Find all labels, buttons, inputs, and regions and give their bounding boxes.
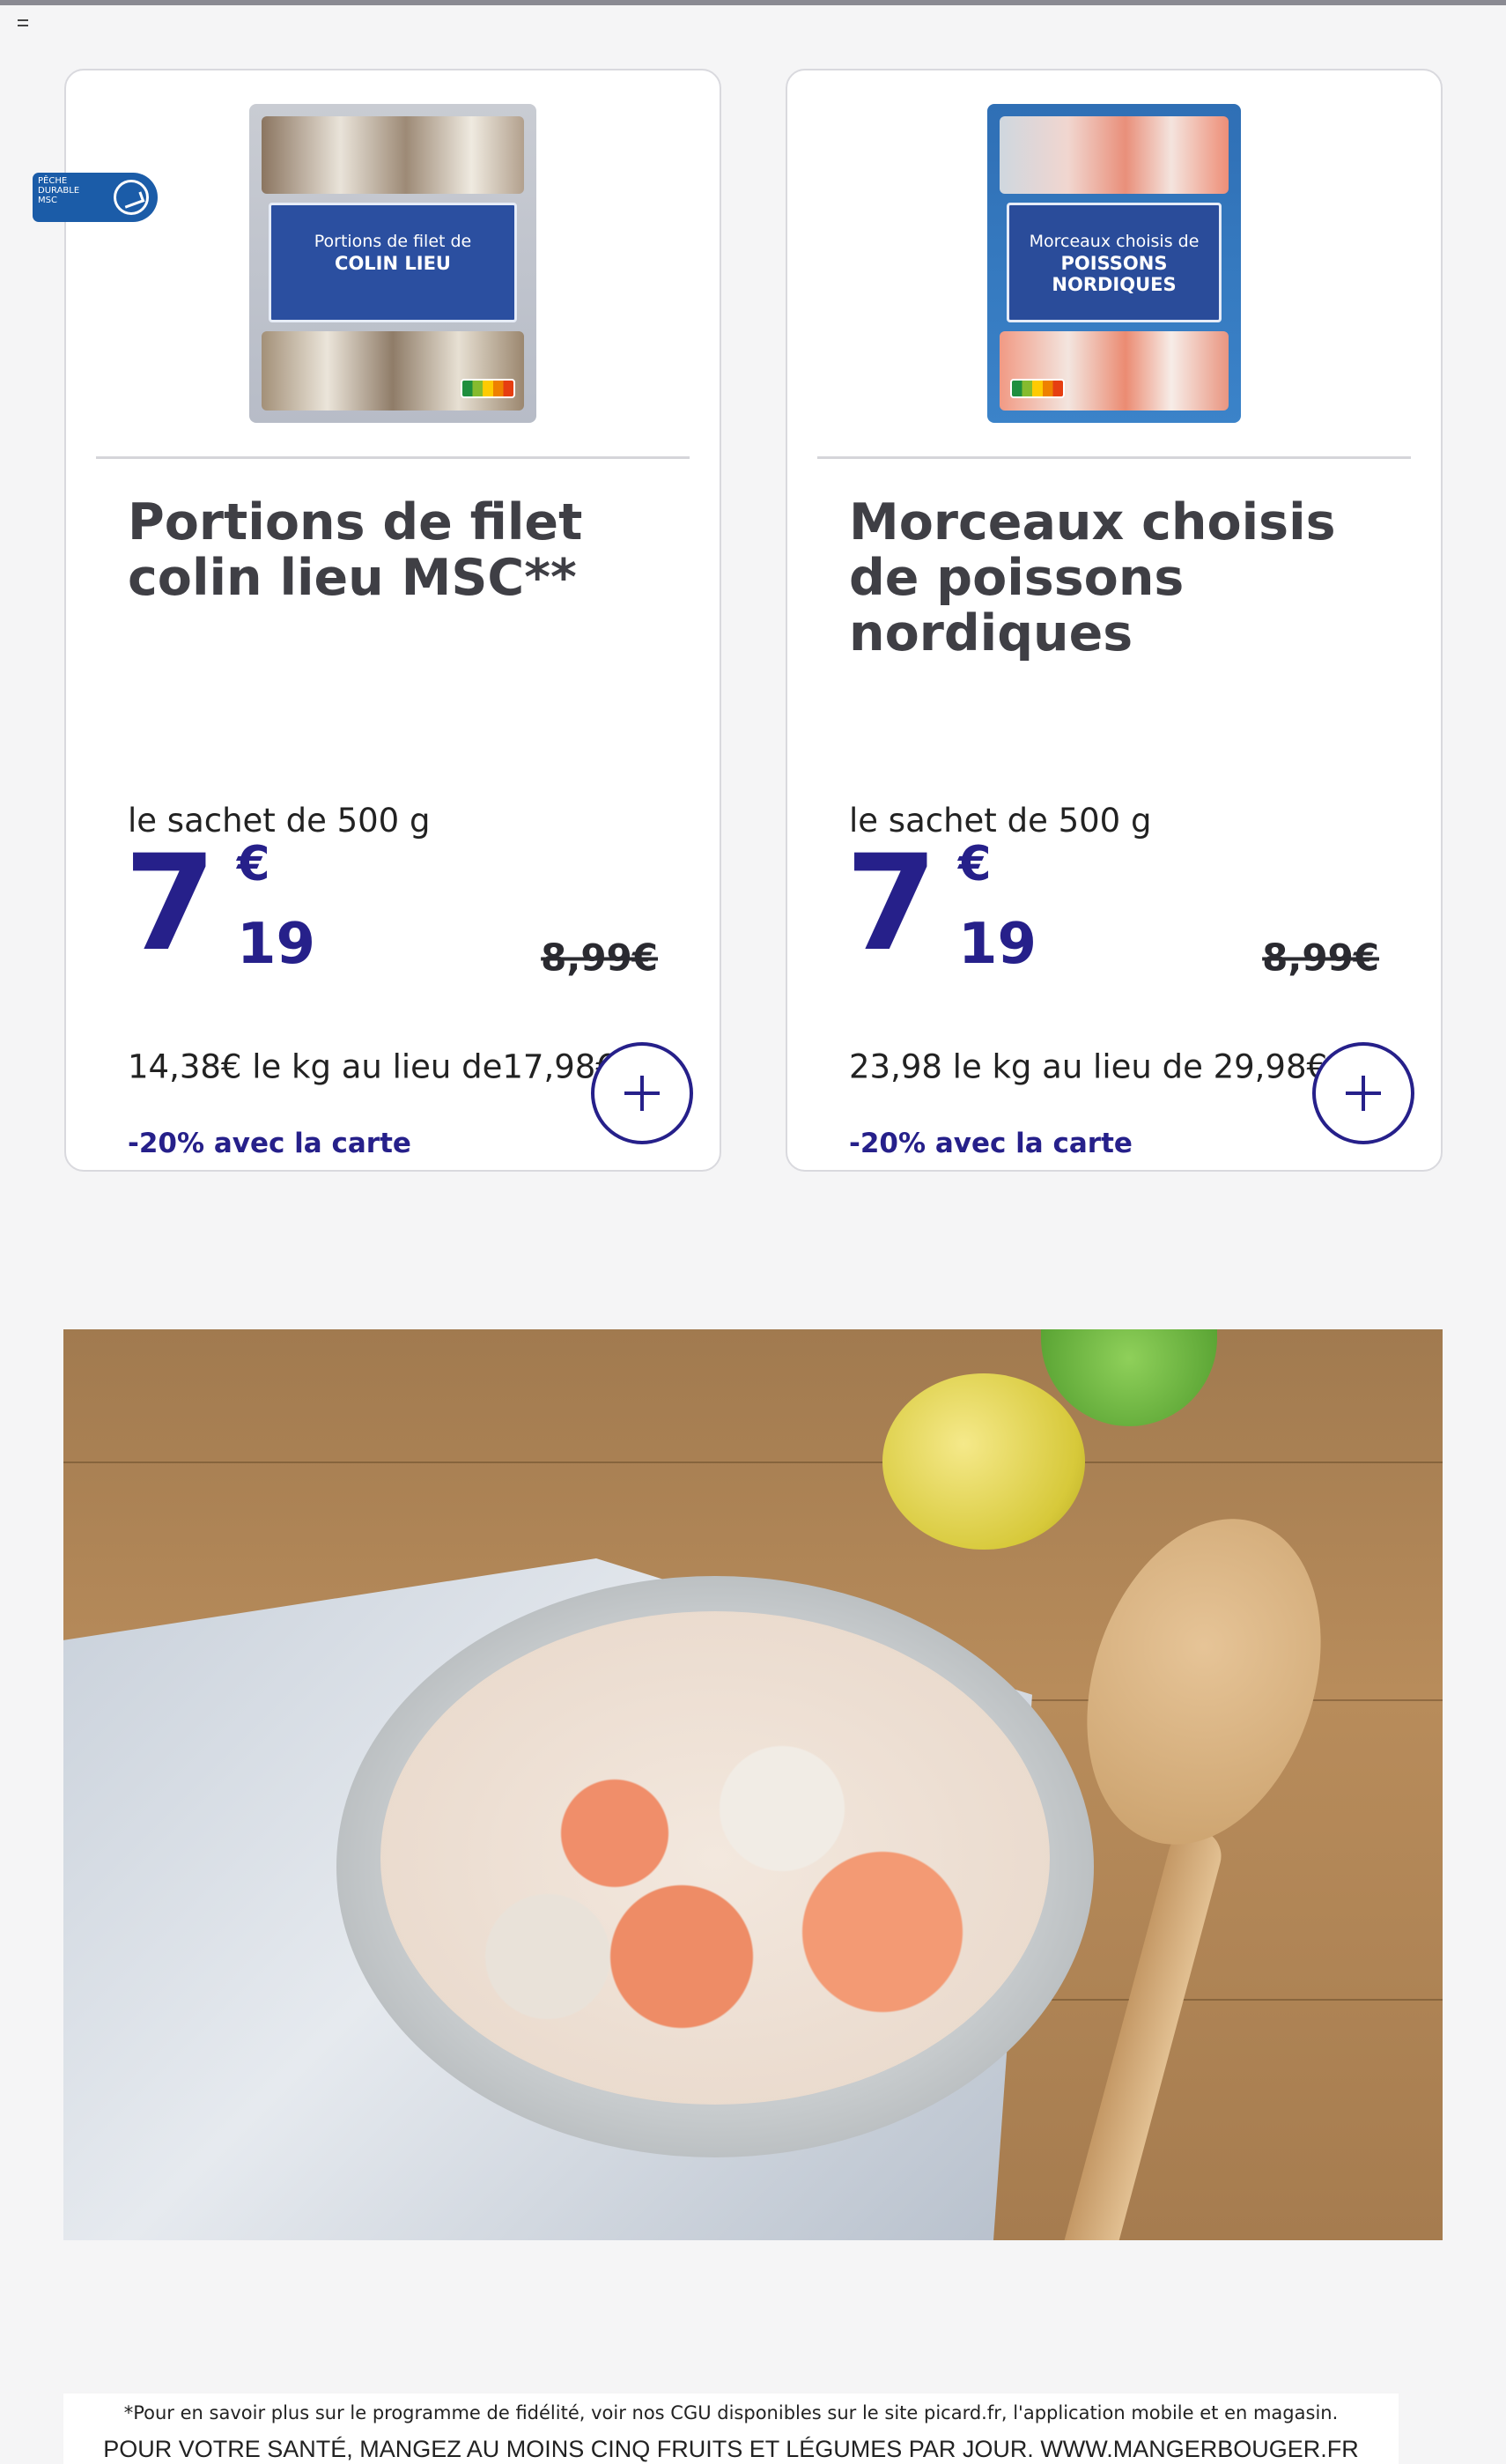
fish-pieces-image [1000,116,1229,194]
health-notice: POUR VOTRE SANTÉ, MANGEZ AU MOINS CINQ F… [103,2436,1359,2462]
discount-text: -20% avec la carte [128,1128,411,1159]
fish-pieces-image [1000,331,1229,411]
price-cents: 19 [958,912,1037,977]
price-integer: 7 [124,827,217,980]
old-price: 8,99€ [1262,936,1379,980]
wooden-spoon-image [1047,1488,1361,1876]
add-to-cart-button[interactable] [591,1042,693,1144]
price-currency: € [237,835,270,892]
package-label: Portions de filet de COLIN LIEU [269,203,517,322]
discount-text: -20% avec la carte [849,1128,1133,1159]
product-image-colin-lieu: Portions de filet de COLIN LIEU [249,104,536,423]
top-bar [0,0,1506,5]
msc-badge-text: PÊCHE DURABLE MSC [38,176,80,205]
product-card-poissons-nordiques: Morceaux choisis de POISSONS NORDIQUES M… [786,69,1443,1172]
msc-logo-icon: PÊCHE DURABLE MSC [33,173,158,222]
fish-pieces-in-pan [380,1611,1050,2105]
product-title: Morceaux choisis de poissons nordiques [849,493,1336,662]
price-per-kg: 14,38€ le kg au lieu de17,98€ [128,1047,616,1086]
wood-plank-line [63,1461,1443,1463]
fish-fillet-image [262,331,524,411]
menu-icon[interactable] [18,19,28,26]
price-currency: € [958,835,992,892]
card-divider [817,456,1411,459]
nutriscore-icon [461,379,515,398]
package-label-line1: Morceaux choisis de [1029,232,1200,251]
product-image-poissons-nordiques: Morceaux choisis de POISSONS NORDIQUES [987,104,1241,423]
price-integer: 7 [845,827,938,980]
nutriscore-icon [1010,379,1065,398]
product-title: Portions de filet colin lieu MSC** [128,493,583,607]
add-to-cart-button[interactable] [1312,1042,1414,1144]
fish-fillet-image [262,116,524,194]
product-card-colin-lieu: Portions de filet de COLIN LIEU Portions… [64,69,721,1172]
package-label-line2: COLIN LIEU [335,253,451,274]
package-label: Morceaux choisis de POISSONS NORDIQUES [1007,203,1222,322]
card-divider [96,456,690,459]
package-label-line1: Portions de filet de [314,232,472,251]
loyalty-footnote: *Pour en savoir plus sur le programme de… [123,2402,1339,2423]
price-cents: 19 [237,912,316,977]
price-per-kg: 23,98 le kg au lieu de 29,98€ [849,1047,1328,1086]
lemon-image [882,1373,1085,1550]
msc-fish-icon [114,180,149,215]
fish-dish-photo [63,1329,1443,2240]
package-label-line2: POISSONS NORDIQUES [1052,253,1177,295]
footer: *Pour en savoir plus sur le programme de… [63,2394,1399,2464]
old-price: 8,99€ [541,936,658,980]
